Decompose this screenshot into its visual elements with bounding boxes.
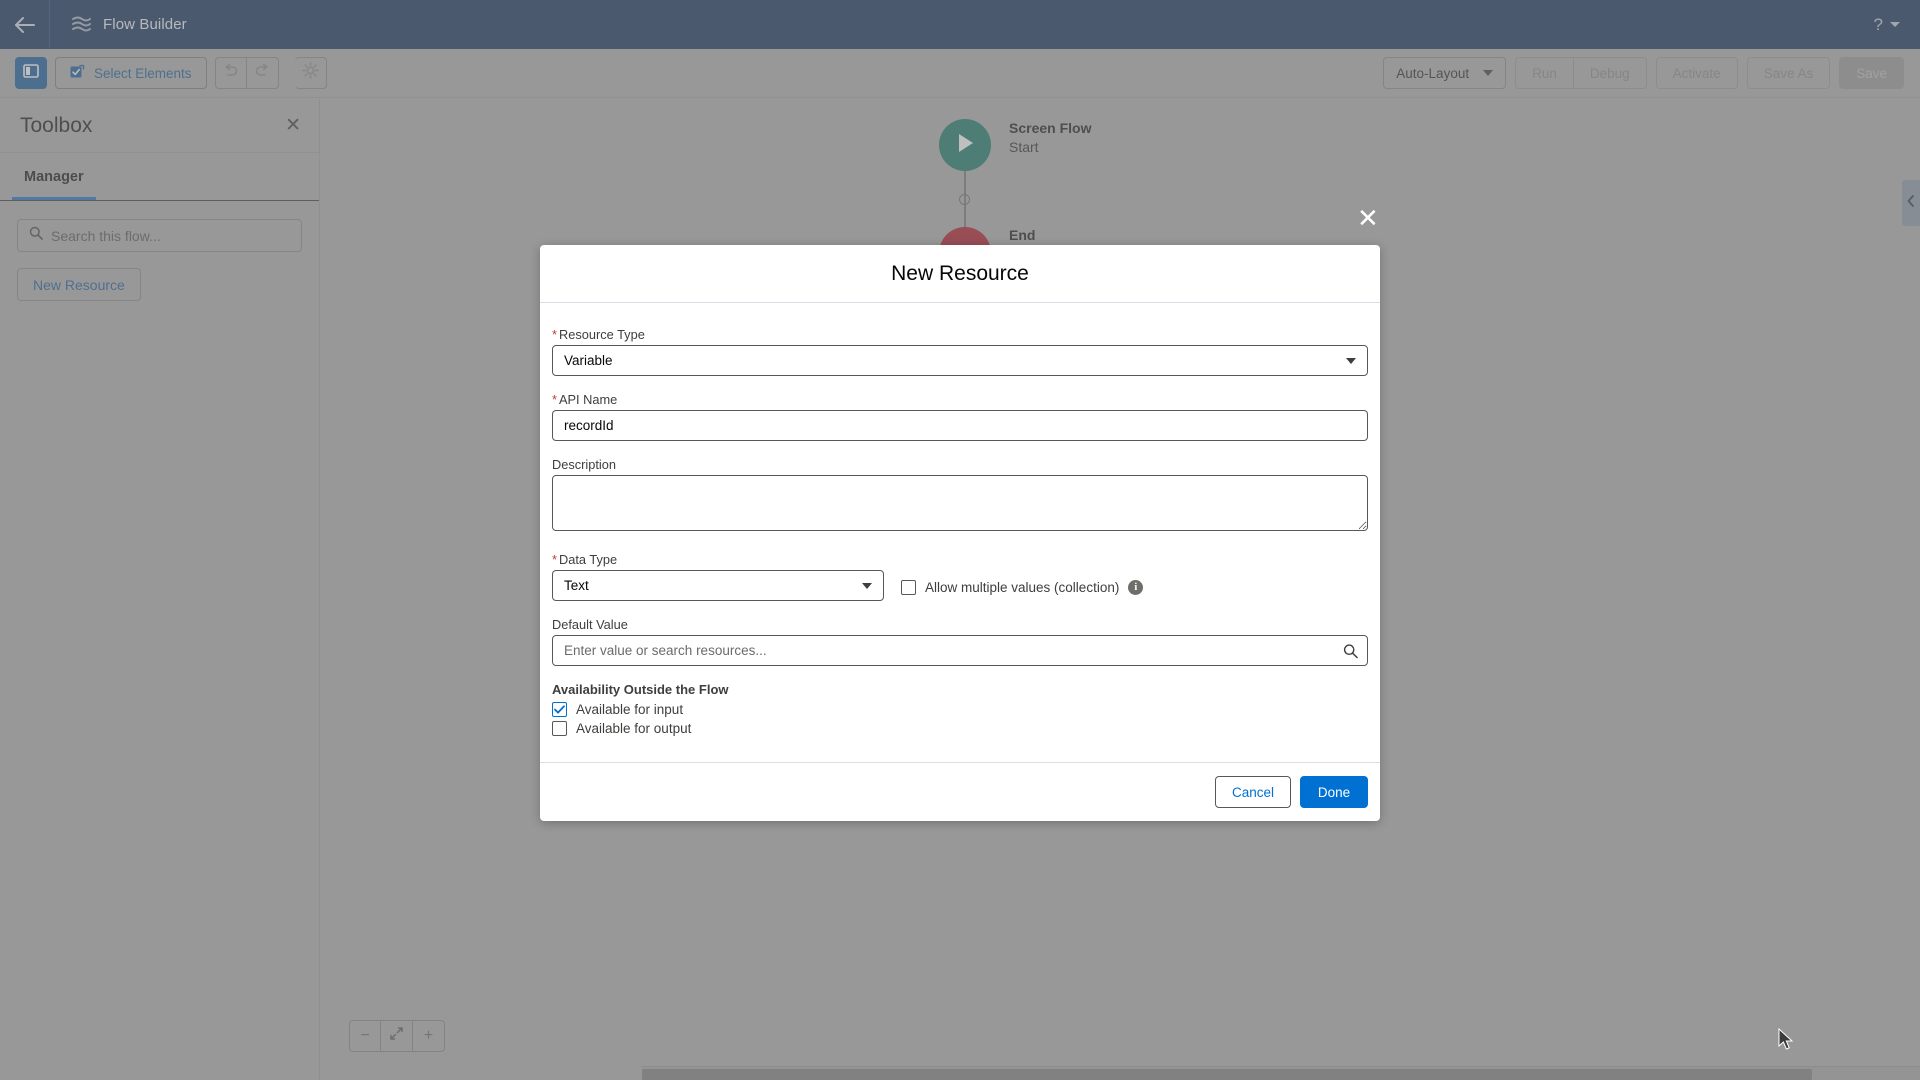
api-name-field: *API Name xyxy=(552,392,1368,441)
allow-multiple-row: Allow multiple values (collection) i xyxy=(901,580,1143,601)
modal-title: New Resource xyxy=(891,262,1029,286)
available-for-input-label: Available for input xyxy=(576,702,683,717)
done-button[interactable]: Done xyxy=(1300,776,1368,808)
new-resource-modal: New Resource *Resource Type Variable *AP… xyxy=(540,245,1380,821)
required-marker: * xyxy=(552,327,557,342)
available-for-input-row: Available for input xyxy=(552,702,1368,717)
available-for-output-checkbox[interactable] xyxy=(552,721,567,736)
modal-header: New Resource xyxy=(540,245,1380,303)
description-label: Description xyxy=(552,457,1368,472)
allow-multiple-checkbox[interactable] xyxy=(901,580,916,595)
default-value-label: Default Value xyxy=(552,617,1368,632)
api-name-input[interactable] xyxy=(552,410,1368,441)
modal-close-button[interactable]: ✕ xyxy=(1357,205,1379,231)
resource-type-value: Variable xyxy=(564,353,613,368)
resource-type-field: *Resource Type Variable xyxy=(552,327,1368,376)
available-for-output-label: Available for output xyxy=(576,721,691,736)
description-field: Description xyxy=(552,457,1368,536)
modal-body: *Resource Type Variable *API Name Descri… xyxy=(540,303,1380,762)
data-type-field: *Data Type Text Allow multiple values (c… xyxy=(552,552,1368,601)
cancel-button[interactable]: Cancel xyxy=(1215,776,1291,808)
chevron-down-icon xyxy=(1346,358,1356,364)
required-marker: * xyxy=(552,552,557,567)
allow-multiple-label: Allow multiple values (collection) xyxy=(925,580,1119,595)
description-textarea[interactable] xyxy=(552,475,1368,531)
resource-type-select[interactable]: Variable xyxy=(552,345,1368,376)
availability-title: Availability Outside the Flow xyxy=(552,682,1368,697)
data-type-value: Text xyxy=(564,578,589,593)
mouse-cursor xyxy=(1778,1028,1795,1057)
chevron-down-icon xyxy=(862,583,872,589)
default-value-field: Default Value xyxy=(552,617,1368,666)
info-icon[interactable]: i xyxy=(1128,580,1143,595)
default-value-input[interactable] xyxy=(552,635,1368,666)
data-type-label: *Data Type xyxy=(552,552,1368,567)
resource-type-label: *Resource Type xyxy=(552,327,1368,342)
default-value-search xyxy=(552,635,1368,666)
modal-footer: Cancel Done xyxy=(540,762,1380,821)
required-marker: * xyxy=(552,392,557,407)
available-for-input-checkbox[interactable] xyxy=(552,702,567,717)
availability-section: Availability Outside the Flow Available … xyxy=(552,682,1368,736)
data-type-select[interactable]: Text xyxy=(552,570,884,601)
available-for-output-row: Available for output xyxy=(552,721,1368,736)
data-type-row: Text Allow multiple values (collection) … xyxy=(552,570,1368,601)
api-name-label: *API Name xyxy=(552,392,1368,407)
